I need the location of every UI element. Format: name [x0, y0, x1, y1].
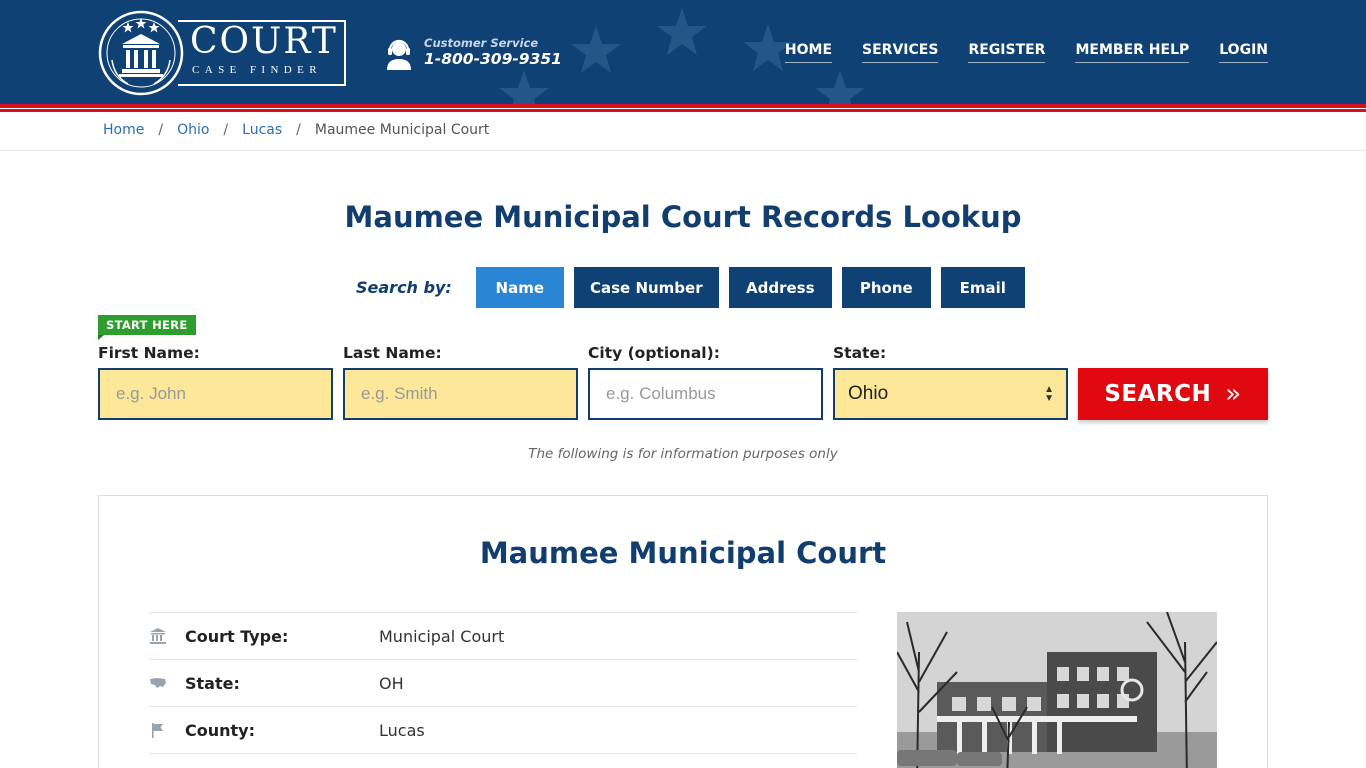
court-type-key: Court Type: [185, 626, 289, 646]
select-arrows-icon: ▲ ▼ [1044, 384, 1054, 404]
tab-name[interactable]: Name [475, 267, 564, 308]
page-title: Maumee Municipal Court Records Lookup [344, 200, 1022, 234]
courthouse-photo [897, 612, 1217, 768]
state-select[interactable]: Ohio ▲ ▼ [833, 368, 1068, 420]
breadcrumb-current: Maumee Municipal Court [314, 122, 490, 138]
first-name-input[interactable]: e.g. John [98, 368, 333, 420]
headset-icon [387, 39, 411, 70]
start-here-badge: START HERE [98, 315, 196, 340]
courthouse-seal-icon [98, 10, 184, 96]
header-stripe [0, 109, 1366, 112]
flag-icon [152, 723, 163, 738]
main-nav: HOME SERVICES REGISTER MEMBER HELP LOGIN [755, 42, 1268, 63]
county-key: County: [185, 720, 255, 740]
nav-register[interactable]: REGISTER [968, 42, 1046, 63]
state-select-value: Ohio [848, 383, 889, 404]
search-button[interactable]: SEARCH » [1078, 368, 1268, 420]
state-key: State: [185, 673, 240, 693]
city-input[interactable]: e.g. Columbus [588, 368, 823, 420]
search-by-label: Search by: [356, 278, 452, 297]
breadcrumb-lucas[interactable]: Lucas [242, 122, 282, 138]
search-by-bar: Search by: Name Case Number Address Phon… [356, 267, 1035, 308]
state-label: State: [833, 344, 887, 362]
customer-service-label: Customer Service [424, 36, 539, 50]
last-name-label: Last Name: [343, 344, 442, 362]
nav-services[interactable]: SERVICES [862, 42, 939, 63]
courthouse-icon [150, 628, 166, 644]
table-row: State: OH [149, 659, 857, 706]
breadcrumb-separator: / [223, 122, 229, 138]
table-row: Court Type: Municipal Court [149, 612, 857, 659]
breadcrumb-divider [0, 150, 1366, 151]
double-chevron-right-icon: » [1225, 379, 1242, 409]
site-header: COURT CASE FINDER Customer Service 1-800… [0, 0, 1366, 104]
tab-address[interactable]: Address [728, 267, 832, 308]
nav-login[interactable]: LOGIN [1219, 42, 1268, 63]
city-label: City (optional): [588, 344, 720, 362]
customer-service-phone[interactable]: 1-800-309-9351 [424, 50, 562, 68]
breadcrumb: Home / Ohio / Lucas / Maumee Municipal C… [103, 122, 489, 138]
last-name-input[interactable]: e.g. Smith [343, 368, 578, 420]
tab-case-number[interactable]: Case Number [573, 267, 719, 308]
customer-service[interactable]: Customer Service 1-800-309-9351 [386, 36, 562, 72]
breadcrumb-separator: / [296, 122, 301, 138]
court-info-card: Maumee Municipal Court Court Type: Munic… [98, 495, 1268, 768]
logo-title: COURT [190, 21, 338, 62]
table-row [149, 753, 857, 768]
nav-member-help[interactable]: MEMBER HELP [1075, 42, 1190, 63]
tab-email[interactable]: Email [940, 267, 1025, 308]
court-case-finder-logo[interactable]: COURT CASE FINDER [98, 10, 348, 96]
court-details-table: Court Type: Municipal Court State: OH Co… [149, 612, 857, 768]
breadcrumb-ohio[interactable]: Ohio [177, 122, 209, 138]
county-value: Lucas [379, 720, 425, 740]
us-map-icon [150, 678, 166, 688]
first-name-label: First Name: [98, 344, 200, 362]
nav-home[interactable]: HOME [784, 42, 833, 63]
table-row: County: Lucas [149, 706, 857, 753]
disclaimer: The following is for information purpose… [528, 446, 838, 462]
logo-subtitle: CASE FINDER [192, 64, 322, 76]
court-title: Maumee Municipal Court [479, 536, 887, 570]
tab-phone[interactable]: Phone [841, 267, 931, 308]
court-type-value: Municipal Court [379, 626, 505, 646]
breadcrumb-home[interactable]: Home [103, 122, 144, 138]
search-button-label: SEARCH [1104, 381, 1212, 407]
breadcrumb-separator: / [158, 122, 164, 138]
state-value: OH [379, 673, 404, 693]
